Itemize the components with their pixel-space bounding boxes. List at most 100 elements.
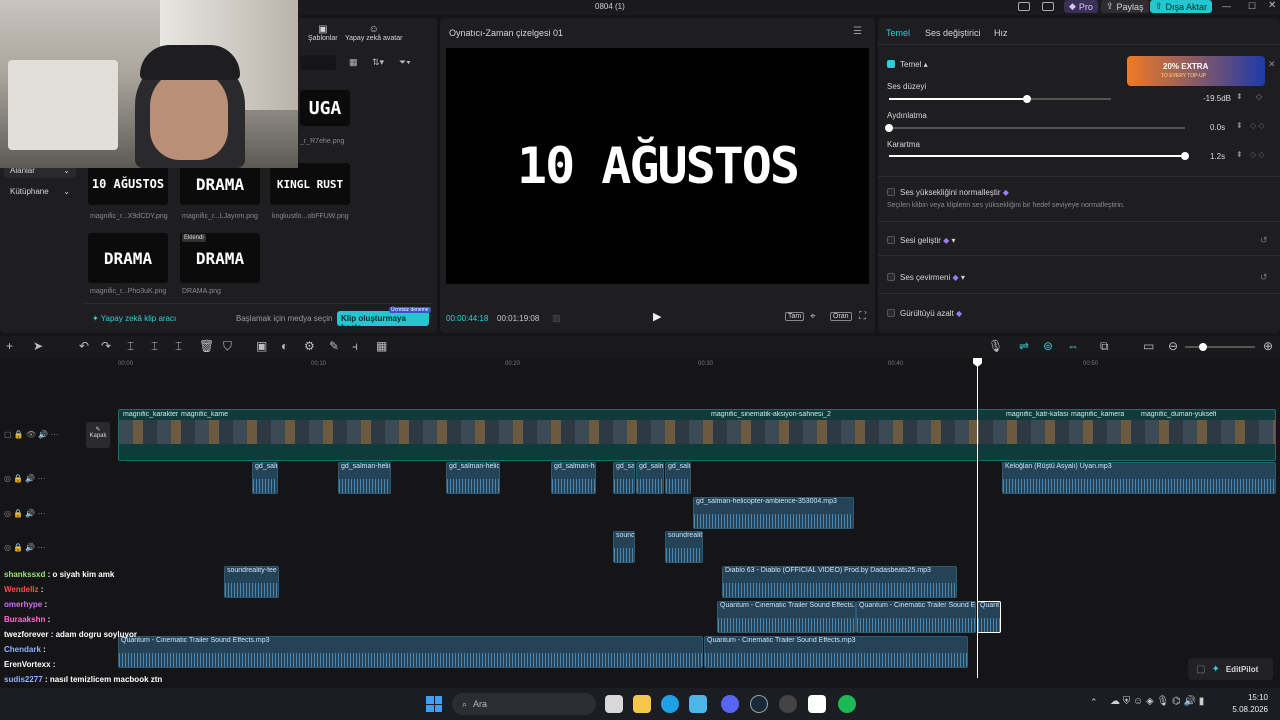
media-thumb[interactable]: DRAMA — [88, 233, 168, 283]
waveform-icon[interactable]: ▥ — [552, 313, 561, 324]
section-checkbox[interactable] — [887, 60, 895, 68]
denoise-row[interactable]: Gürültüyü azalt ◆ — [900, 309, 962, 318]
app-icon[interactable] — [689, 695, 707, 713]
stepper-icon[interactable]: ⬍ — [1236, 92, 1243, 101]
audio-clip[interactable]: Keloğlan (Rüştü Asyalı) Uyan.mp3 — [1002, 462, 1276, 494]
filter-icon[interactable]: ⏷▾ — [399, 57, 411, 68]
ad-banner[interactable]: 20% EXTRA TO EVERY TOP-UP — [1127, 56, 1265, 86]
audio-clip[interactable]: Quantum - Cinematic Trailer Sound Ef — [856, 601, 976, 633]
sort-icon[interactable]: ⇅▾ — [372, 57, 384, 68]
tab-templates[interactable]: ▣ Şablonlar — [308, 24, 338, 42]
undo-icon[interactable]: ↶ — [79, 339, 89, 353]
close-icon[interactable]: ✕ — [1268, 59, 1276, 70]
redo-icon[interactable]: ↷ — [101, 339, 111, 353]
obs-icon[interactable] — [779, 695, 797, 713]
audio-clip[interactable]: Diablo 63 - Diablo (OFFICIAL VIDEO) Prod… — [722, 566, 957, 598]
audio-clip[interactable]: gd_salman-helico — [446, 462, 500, 494]
split-icon[interactable]: ⌶ — [127, 339, 134, 354]
file-explorer-icon[interactable] — [633, 695, 651, 713]
audio-track-controls[interactable]: ◎ 🔒 🔊 ⋯ — [4, 509, 46, 518]
enhance-row[interactable]: Sesi geliştir ◆ ▾ — [900, 236, 956, 245]
screen-icon[interactable]: ▭ — [1143, 339, 1154, 353]
magnet-icon[interactable]: ⊜ — [1043, 339, 1053, 353]
playhead[interactable] — [977, 358, 978, 678]
video-track-controls[interactable]: ▢ 🔒 👁 🔊 ⋯ — [4, 430, 59, 439]
media-icon[interactable]: ▦ — [376, 339, 387, 353]
edge-icon[interactable] — [661, 695, 679, 713]
fadeout-knob[interactable] — [1181, 152, 1189, 160]
tray-chevron-icon[interactable]: ⌃ — [1090, 697, 1098, 708]
audio-clip[interactable]: gd_salman-helicopter-ambience-353004.mp3 — [693, 497, 854, 529]
select-tool-icon[interactable]: ➤ — [33, 339, 43, 353]
microphone-icon[interactable]: 🎙 — [988, 339, 1003, 353]
cover-button[interactable]: ✎ Kapak — [86, 422, 110, 448]
zoom-slider[interactable] — [1185, 343, 1255, 351]
capcut-icon[interactable] — [808, 695, 826, 713]
minimize-icon[interactable]: — — [1222, 1, 1231, 11]
ratio-button[interactable]: Oran — [830, 312, 852, 321]
volume-value[interactable]: -19.5dB — [1203, 94, 1231, 103]
audio-clip[interactable]: soundreality — [665, 531, 703, 563]
snap-icon[interactable]: ⇔ — [1067, 339, 1079, 353]
taskbar-search[interactable]: ⌕ Ara — [452, 693, 596, 715]
zoom-in-icon[interactable]: ⊕ — [1263, 339, 1273, 353]
task-view-icon[interactable] — [605, 695, 623, 713]
share-button[interactable]: ⇪ Paylaş — [1101, 0, 1149, 13]
audio-track-controls[interactable]: ◎ 🔒 🔊 ⋯ — [4, 543, 46, 552]
denoise-checkbox[interactable] — [887, 309, 895, 317]
media-thumb[interactable]: UGA — [300, 90, 350, 126]
editpilot-widget[interactable]: ▢ ✦ EditPilot — [1188, 658, 1273, 680]
grid-view-icon[interactable]: ▦ — [349, 57, 358, 68]
close-icon[interactable]: ✕ — [1268, 0, 1276, 11]
stepper-icon[interactable]: ⬍ — [1236, 150, 1243, 159]
reset-icon[interactable]: ↺ — [1260, 272, 1268, 283]
fullscreen-icon[interactable]: ⛶ — [859, 311, 866, 322]
audio-clip[interactable]: gd_salman-helico — [338, 462, 391, 494]
menu-icon[interactable]: ☰ — [853, 26, 862, 37]
shield-icon[interactable]: ⛉ — [223, 339, 232, 354]
audio-clip[interactable]: gd_salman-he — [551, 462, 596, 494]
translate-checkbox[interactable] — [887, 273, 895, 281]
volume-slider[interactable] — [889, 95, 1111, 103]
crop-icon[interactable]: ▣ — [256, 339, 267, 353]
audio-clip[interactable]: Quantum - Cinematic Trailer Sound Effect… — [717, 601, 856, 633]
link-icon[interactable]: ⇌ — [1019, 339, 1029, 353]
layout-icon[interactable] — [1018, 2, 1030, 11]
pro-button[interactable]: ◆ Pro — [1064, 0, 1098, 13]
discord-icon[interactable] — [721, 695, 739, 713]
audio-clip[interactable]: gd_salm — [636, 462, 664, 494]
add-icon[interactable]: + — [6, 339, 13, 353]
effect-icon[interactable]: ◐ — [281, 339, 288, 353]
split-right-icon[interactable]: ⌶ — [175, 339, 182, 354]
magic-icon[interactable]: ✎ — [329, 339, 339, 353]
tab-voice-changer[interactable]: Ses değiştirici — [925, 28, 981, 38]
audio-clip[interactable]: gd_salm — [665, 462, 691, 494]
panel-icon[interactable] — [1042, 2, 1054, 11]
keyframe-icon[interactable]: ◇ ◇ — [1250, 150, 1265, 159]
normalize-checkbox[interactable] — [887, 188, 895, 196]
create-clip-button[interactable]: Klip oluşturmaya başla — [337, 311, 429, 332]
spotify-icon[interactable] — [838, 695, 856, 713]
stepper-icon[interactable]: ⬍ — [1236, 121, 1243, 130]
keyframe-icon[interactable]: ◇ ◇ — [1250, 121, 1265, 130]
fadein-knob[interactable] — [885, 124, 893, 132]
media-thumb[interactable]: KINGL RUST — [270, 163, 350, 205]
preview-axis-icon[interactable]: ⧉ — [1100, 339, 1109, 354]
media-thumb[interactable]: 10 AĞUSTOS — [88, 163, 168, 205]
sidebar-item-library[interactable]: Kütüphane ⌄ — [4, 185, 76, 199]
adjust-icon[interactable]: ⚙ — [304, 339, 315, 353]
steam-icon[interactable] — [750, 695, 768, 713]
tab-ai-avatar[interactable]: ☺ Yapay zekâ avatar — [345, 24, 402, 42]
tab-speed[interactable]: Hız — [994, 28, 1008, 38]
zoom-knob[interactable] — [1199, 343, 1207, 351]
audio-clip-selected[interactable]: Quant — [977, 601, 1001, 633]
clock-time[interactable]: 15:10 — [1238, 693, 1268, 702]
fadeout-value[interactable]: 1.2s — [1210, 152, 1225, 161]
enhance-checkbox[interactable] — [887, 236, 895, 244]
video-track[interactable]: magnific_karakter magnific_kame magnific… — [118, 409, 1276, 461]
freeze-icon[interactable]: ⫞ — [352, 339, 358, 354]
audio-clip[interactable]: Quantum - Cinematic Trailer Sound Effect… — [704, 636, 968, 668]
tab-basic[interactable]: Temel — [886, 28, 910, 38]
windows-start-icon[interactable] — [426, 696, 442, 712]
full-button[interactable]: Tam — [785, 312, 805, 321]
